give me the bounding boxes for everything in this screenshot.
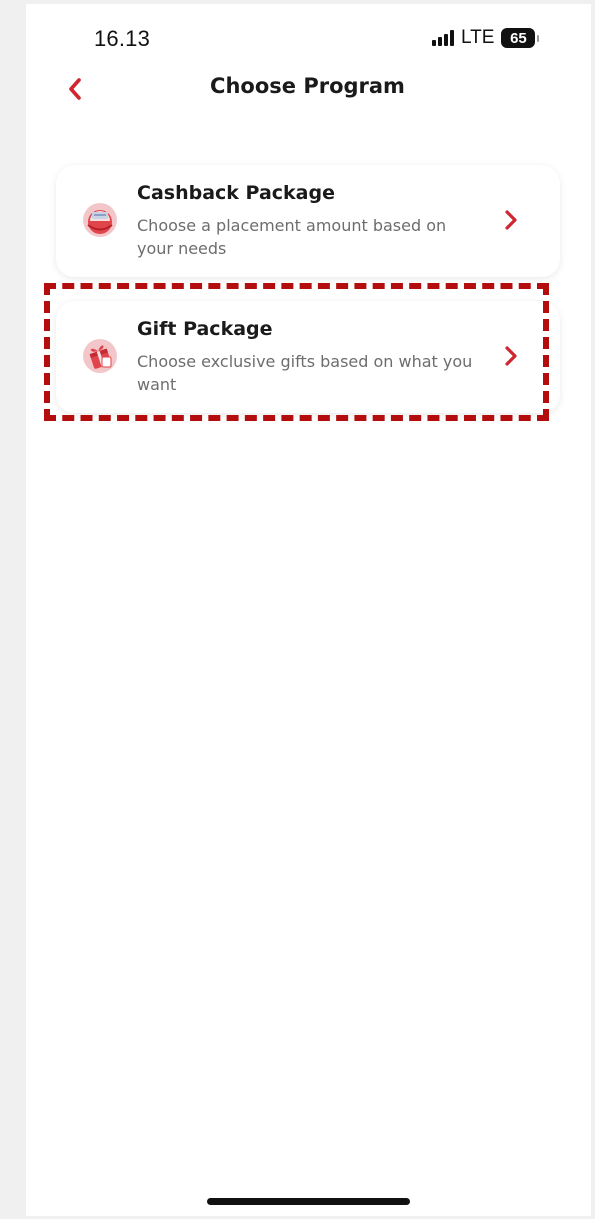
status-indicators: LTE 65 (432, 27, 540, 49)
card-description: Choose exclusive gifts based on what you… (137, 352, 473, 394)
chevron-right-icon (505, 346, 517, 366)
card-description: Choose a placement amount based on your … (137, 216, 447, 258)
network-type: LTE (461, 27, 495, 48)
signal-icon (432, 30, 454, 46)
cashback-icon (83, 203, 117, 237)
cashback-package-card[interactable]: Cashback Package Choose a placement amou… (56, 165, 560, 277)
gift-package-card[interactable]: Gift Package Choose exclusive gifts base… (56, 301, 560, 413)
page-title: Choose Program (210, 74, 405, 98)
gift-icon (83, 339, 117, 373)
battery-level: 65 (501, 28, 536, 48)
card-title: Cashback Package (137, 182, 335, 204)
chevron-right-icon (505, 210, 517, 230)
home-indicator (207, 1198, 410, 1205)
battery-icon: 65 (501, 28, 540, 48)
card-title: Gift Package (137, 318, 273, 340)
status-time: 16.13 (94, 26, 151, 51)
